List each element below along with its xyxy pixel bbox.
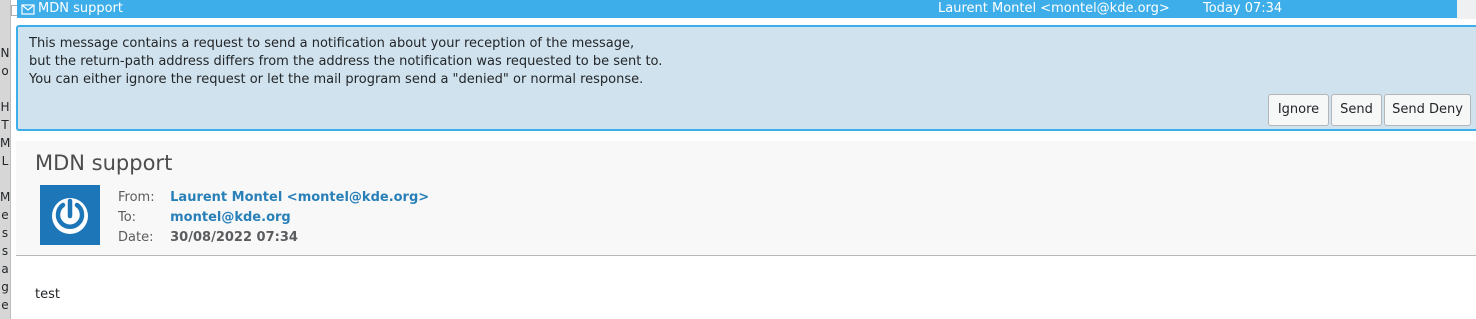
date-field: Date: 30/08/2022 07:34	[118, 228, 429, 248]
list-scrollbar[interactable]	[1457, 0, 1476, 19]
message-subject: MDN support	[35, 151, 173, 175]
strip-letter: s	[1, 244, 9, 258]
avatar	[40, 185, 100, 245]
to-label: To:	[118, 210, 137, 225]
strip-letter: g	[1, 280, 9, 294]
no-html-message-label: N o H T M L M e s s a g e	[0, 44, 10, 314]
date-value: 30/08/2022 07:34	[170, 230, 298, 245]
row-sender: Laurent Montel <montel@kde.org>	[938, 1, 1170, 16]
strip-letter: M	[0, 190, 11, 204]
row-subject: MDN support	[38, 1, 123, 16]
envelope-icon	[21, 4, 35, 15]
send-button[interactable]: Send	[1331, 94, 1382, 126]
power-icon	[52, 198, 88, 234]
mdn-message-line: but the return-path address differs from…	[29, 54, 663, 69]
strip-letter	[0, 170, 10, 188]
from-link[interactable]: Laurent Montel <montel@kde.org>	[170, 190, 429, 205]
date-label: Date:	[118, 230, 154, 245]
message-body: test	[35, 287, 60, 302]
strip-letter: e	[1, 208, 9, 222]
mdn-message-line: You can either ignore the request or let…	[29, 72, 644, 87]
strip-letter	[0, 80, 10, 98]
strip-letter: N	[0, 46, 10, 60]
message-list-row[interactable]: MDN support Laurent Montel <montel@kde.o…	[17, 0, 1457, 18]
message-header: MDN support From: Laurent Montel <montel…	[16, 141, 1476, 255]
send-deny-button[interactable]: Send Deny	[1384, 94, 1471, 126]
from-label: From:	[118, 190, 155, 205]
header-divider	[16, 255, 1476, 256]
mdn-notification-banner: This message contains a request to send …	[16, 25, 1476, 131]
mdn-message: This message contains a request to send …	[29, 35, 662, 89]
to-field: To: montel@kde.org	[118, 208, 429, 228]
strip-letter: o	[1, 64, 9, 78]
from-field: From: Laurent Montel <montel@kde.org>	[118, 188, 429, 208]
strip-letter: L	[1, 154, 9, 168]
strip-letter: e	[1, 298, 9, 312]
ignore-button[interactable]: Ignore	[1268, 94, 1329, 126]
mdn-message-line: This message contains a request to send …	[29, 36, 635, 51]
strip-letter: a	[1, 262, 9, 276]
strip-letter: s	[1, 226, 9, 240]
to-link[interactable]: montel@kde.org	[170, 210, 291, 225]
strip-letter: H	[0, 100, 10, 114]
no-html-message-strip: N o H T M L M e s s a g e	[0, 0, 11, 319]
strip-letter: T	[1, 118, 9, 132]
header-fields: From: Laurent Montel <montel@kde.org> To…	[118, 188, 429, 248]
row-date: Today 07:34	[1203, 1, 1283, 16]
strip-letter: M	[0, 136, 11, 150]
